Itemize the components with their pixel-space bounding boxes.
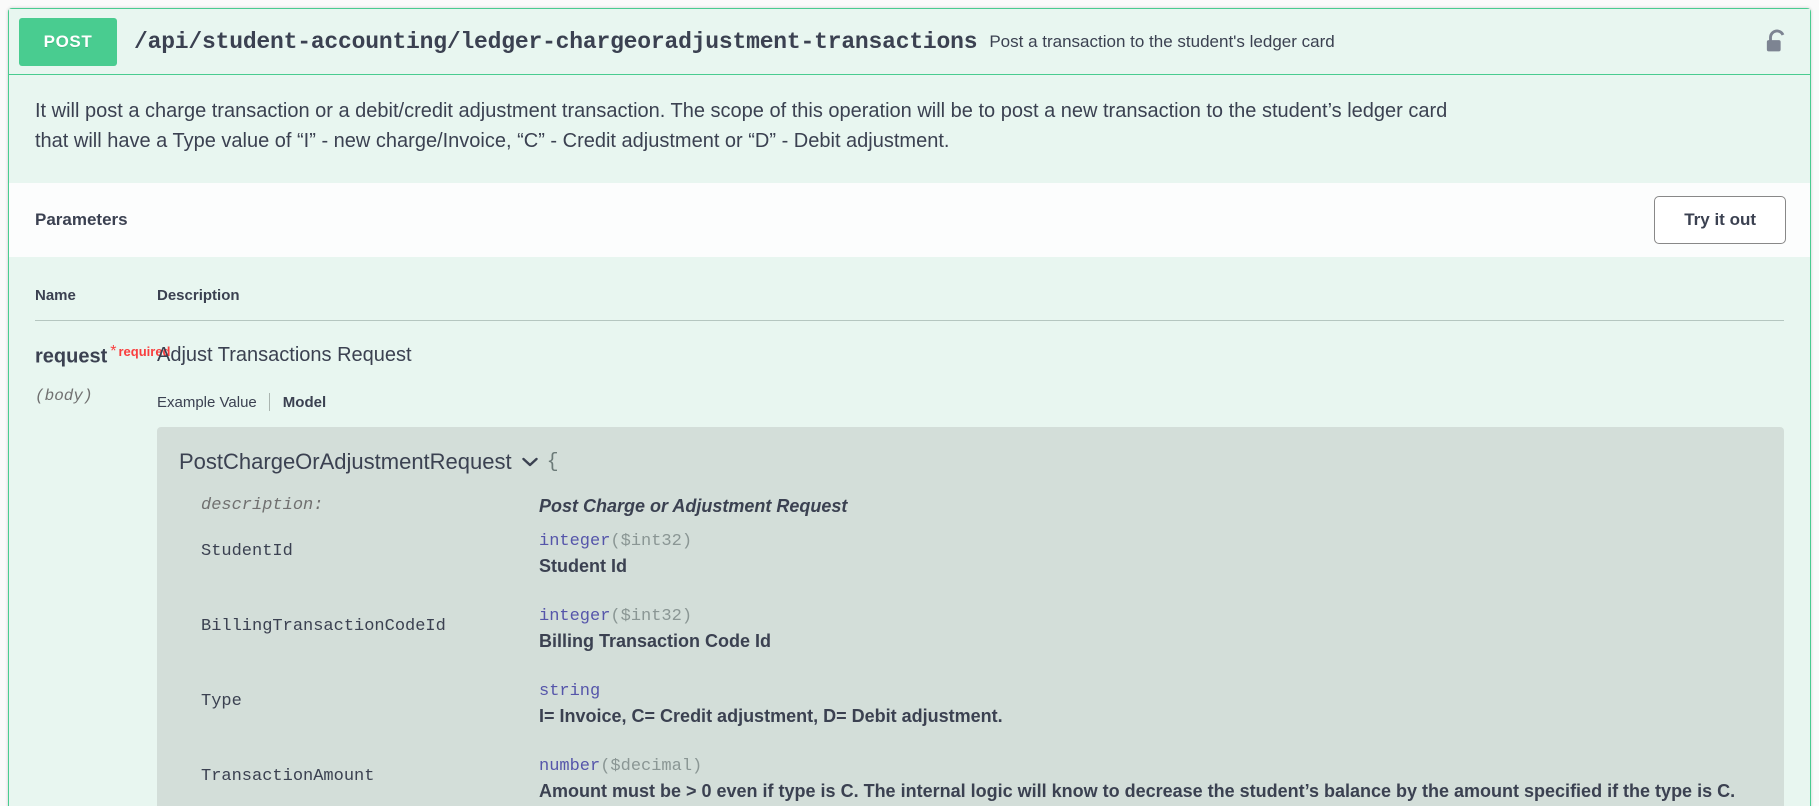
model-property-description: Student Id [539,556,627,577]
parameters-header: Parameters Try it out [9,183,1810,257]
model-row-spacer [179,584,1760,604]
model-property-key-cell: BillingTransactionCodeId [179,604,539,659]
http-method-badge: POST [19,17,117,66]
chevron-down-icon[interactable] [521,457,538,467]
spacer-cell [179,584,539,604]
parameter-description-cell: Adjust Transactions Request Example Valu… [157,321,1784,806]
model-property-key: Type [201,692,242,712]
opblock-body: It will post a charge transaction or a d… [9,75,1810,806]
opblock-summary-header[interactable]: POST /api/student-accounting/ledger-char… [9,9,1810,75]
model-box: PostChargeOrAdjustmentRequest {descript… [157,427,1784,806]
model-property-value-cell: integer($int32) Billing Transaction Code… [539,604,1760,659]
model-property-description: Post Charge or Adjustment Request [539,496,848,517]
model-property-key: description: [201,496,324,516]
model-property-value-cell: number($decimal) Amount must be > 0 even… [539,754,1760,806]
model-property-type-line: integer($int32) [539,529,1760,555]
parameter-row-request: request * required (body) Adjust Transacti… [35,321,1784,806]
spacer-cell [539,659,1760,679]
model-property-type-line: number($decimal) [539,754,1760,780]
authorization-wrapper [1764,27,1798,57]
swagger-operation-page: POST /api/student-accounting/ledger-char… [0,0,1819,806]
model-properties-table: description: Post Charge or Adjustment R… [179,483,1760,806]
parameter-name-cell: request * required (body) [35,321,171,806]
model-property-description: I= Invoice, C= Credit adjustment, D= Deb… [539,706,1003,727]
parameter-description-title: Adjust Transactions Request [157,344,412,367]
parameter-location: (body) [35,386,93,405]
model-property-key-cell: StudentId [179,529,539,584]
model-property-type-line: string [539,679,1760,705]
model-property-format: ($decimal) [600,757,703,777]
parameters-table: Name Description request * required (body)… [35,257,1784,806]
model-property-description: Billing Transaction Code Id [539,631,772,652]
opblock-post: POST /api/student-accounting/ledger-char… [8,8,1811,806]
column-header-description: Description [157,257,1784,322]
parameters-table-wrapper: Name Description request * required (body)… [9,257,1810,806]
model-property-row: StudentId integer($int32) Student Id [179,529,1760,584]
model-property-type: integer [539,607,611,627]
model-property-description: Amount must be > 0 even if type is C. Th… [539,781,1736,802]
parameter-name: request [35,345,108,368]
model-example-tabs: Example Value Model [157,393,1784,412]
model-property-key-cell: Type [179,679,539,734]
model-property-value-cell: Post Charge or Adjustment Request [539,483,1760,529]
spacer-cell [179,734,539,754]
model-property-value-cell: string I= Invoice, C= Credit adjustment,… [539,679,1760,734]
spacer-cell [539,584,1760,604]
model-property-key-cell: TransactionAmount [179,754,539,806]
parameters-title: Parameters [35,210,128,230]
spacer-cell [179,659,539,679]
model-row-spacer [179,659,1760,679]
model-property-format: ($int32) [610,607,693,627]
operation-description: It will post a charge transaction or a d… [35,100,1448,152]
model-property-type: number [539,757,601,777]
authorize-button[interactable] [1764,27,1790,57]
model-property-type: integer [539,532,611,552]
model-property-row: TransactionAmount number($decimal) Amoun… [179,754,1760,806]
endpoint-summary: Post a transaction to the student's ledg… [989,31,1335,51]
model-property-value-cell: integer($int32) Student Id [539,529,1760,584]
spacer-cell [539,734,1760,754]
endpoint-path: /api/student-accounting/ledger-chargeora… [134,28,978,55]
tab-model[interactable]: Model [270,394,338,411]
column-header-name: Name [35,257,157,322]
model-property-format: ($int32) [610,532,693,552]
model-property-row: BillingTransactionCodeId integer($int32)… [179,604,1760,659]
tab-example-value[interactable]: Example Value [157,394,269,411]
model-open-brace: { [546,450,559,474]
model-property-key-cell: description: [179,483,539,529]
model-property-row: description: Post Charge or Adjustment R… [179,483,1760,529]
model-property-row: Type string I= Invoice, C= Credit adjust… [179,679,1760,734]
model-property-key: BillingTransactionCodeId [201,617,446,637]
model-property-key: StudentId [201,542,293,562]
model-property-type-line: integer($int32) [539,604,1760,630]
model-property-type: string [539,682,601,702]
model-name: PostChargeOrAdjustmentRequest [179,449,512,475]
parameters-section: Parameters Try it out [9,182,1810,258]
try-it-out-button[interactable]: Try it out [1654,196,1786,245]
model-row-spacer [179,734,1760,754]
parameters-table-header-row: Name Description [35,257,1784,322]
model-property-key: TransactionAmount [201,767,375,787]
unlocked-padlock-icon [1766,29,1785,51]
model-title-row[interactable]: PostChargeOrAdjustmentRequest { [179,449,1760,475]
